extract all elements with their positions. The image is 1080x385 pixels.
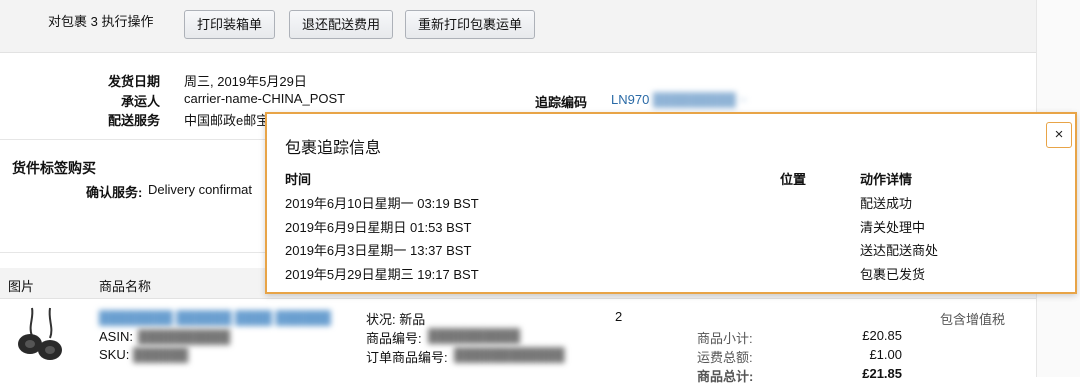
service-label: 配送服务 (107, 113, 160, 128)
tracking-label: 追踪编码 (535, 95, 588, 110)
order-item-number-label: 订单商品编号: (366, 350, 448, 365)
tracking-info-modal: 包裹追踪信息 × 时间 位置 动作详情 2019年6月10日星期一 03:19 … (265, 112, 1077, 294)
subtotal-value: £20.85 (862, 328, 902, 343)
refund-shipping-button[interactable]: 退还配送费用 (289, 10, 394, 39)
modal-title: 包裹追踪信息 (285, 140, 382, 157)
ship-date-label: 发货日期 (107, 74, 160, 89)
asin-value-redacted: ██████████ (138, 329, 231, 344)
event-detail: 包裹已发货 (860, 267, 926, 282)
close-icon[interactable]: × (1046, 122, 1072, 148)
tracking-number-prefix: LN970 (611, 92, 650, 107)
event-time: 2019年6月3日星期一 13:37 BST (285, 243, 472, 258)
tax-note: 包含增值税 (940, 312, 1006, 327)
event-time: 2019年6月10日星期一 03:19 BST (285, 196, 479, 211)
confirm-service-value: Delivery confirmat (148, 182, 253, 197)
condition-text: 状况: 新品 (366, 312, 426, 327)
tracking-number-redacted: █████████ ~ (649, 92, 748, 107)
sku-value-redacted: ██████ (133, 347, 189, 362)
reprint-label-button[interactable]: 重新打印包裹运单 (405, 10, 536, 39)
product-title-link[interactable]: ████████ ██████ ████ ██████ (99, 310, 331, 325)
print-packing-slip-button[interactable]: 打印装箱单 (184, 10, 276, 39)
label-purchase-title: 货件标签购买 (12, 160, 96, 176)
event-detail: 配送成功 (860, 196, 913, 211)
event-detail: 送达配送商处 (860, 243, 939, 258)
tracking-number-link[interactable]: LN970 █████████ ~ (611, 92, 747, 107)
event-time: 2019年6月9日星期日 01:53 BST (285, 220, 472, 235)
product-image[interactable] (14, 306, 66, 366)
earbuds-icon (18, 307, 62, 360)
header-location: 位置 (780, 172, 807, 187)
header-detail: 动作详情 (860, 172, 913, 187)
confirm-service-label: 确认服务: (86, 185, 143, 200)
package-actions-label: 对包裹 3 执行操作 (48, 14, 154, 29)
service-value: 中国邮政e邮宝 (184, 113, 270, 128)
carrier-label: 承运人 (120, 94, 160, 109)
header-time: 时间 (285, 172, 312, 187)
item-total-label: 商品总计: (697, 369, 754, 384)
shipping-total-label: 运费总额: (697, 350, 753, 365)
shipping-total-value: £1.00 (869, 347, 902, 362)
subtotal-label: 商品小计: (697, 331, 753, 346)
col-image-header: 图片 (8, 279, 35, 294)
event-detail: 清关处理中 (860, 220, 926, 235)
item-number-redacted: ██████████ (428, 328, 521, 343)
quantity-value: 2 (615, 309, 623, 324)
order-item-number-redacted: ████████████ (454, 347, 565, 362)
asin-label: ASIN: (99, 329, 133, 344)
carrier-value: carrier-name-CHINA_POST (184, 91, 346, 106)
item-total-value: £21.85 (862, 366, 902, 381)
item-number-label: 商品编号: (366, 331, 422, 346)
col-name-header: 商品名称 (99, 279, 152, 294)
event-time: 2019年5月29日星期三 19:17 BST (285, 267, 479, 282)
sku-label: SKU: (99, 347, 130, 362)
ship-date-value: 周三, 2019年5月29日 (184, 74, 307, 89)
